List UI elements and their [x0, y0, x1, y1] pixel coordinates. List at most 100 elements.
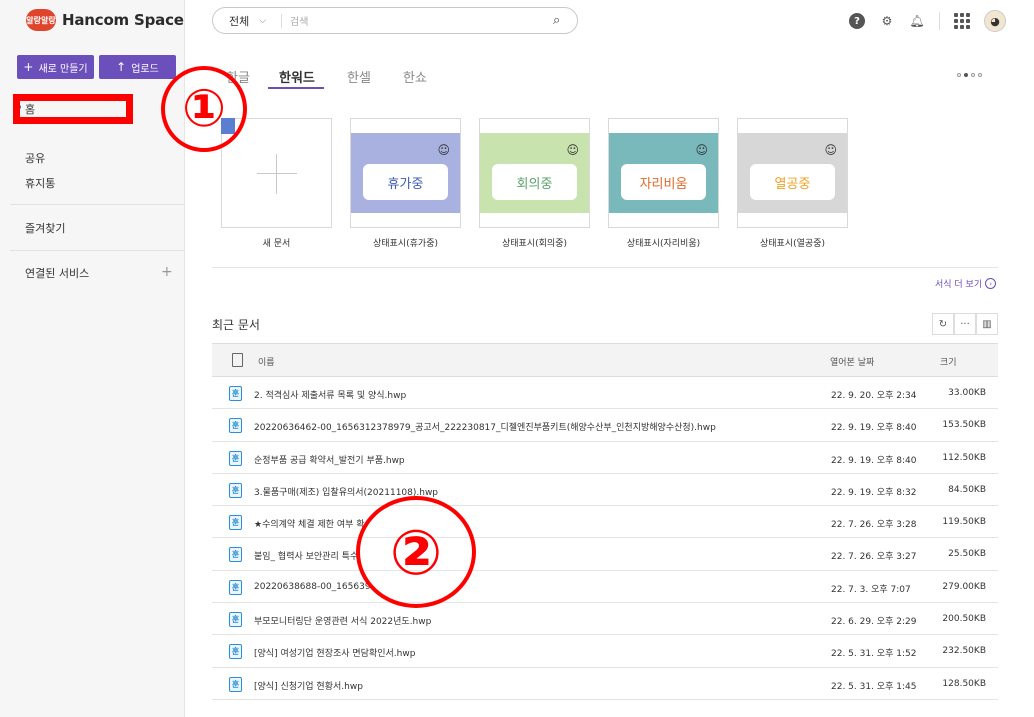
hwp-file-icon: 훈	[229, 644, 242, 660]
carousel-pager[interactable]	[957, 73, 982, 77]
annotation-marker-1: ①	[161, 66, 247, 152]
hwp-file-icon: 훈	[229, 482, 242, 498]
table-row[interactable]: 훈 3.물품구매(제조) 입찰유의서(20211108).hwp 22. 9. 19…	[212, 474, 998, 507]
template-thumbnail: ☺ 휴가중	[351, 133, 460, 213]
opened-date: 22. 9. 19. 오후 8:40	[831, 455, 917, 466]
file-size: 153.50KB	[942, 420, 986, 431]
column-header-name[interactable]: 이름	[258, 355, 275, 368]
sidebar-item-shared[interactable]: 공유	[25, 150, 45, 166]
sidebar-divider	[10, 250, 184, 251]
search-input[interactable]: 검색	[282, 13, 553, 28]
column-header-size[interactable]: 크기	[940, 355, 957, 368]
upload-button[interactable]: ↑ 업로드	[99, 55, 176, 79]
template-thumbnail: ☺ 열공중	[738, 133, 847, 213]
section-divider	[212, 267, 998, 268]
sidebar-item-favorites[interactable]: 즐겨찾기	[25, 220, 65, 236]
file-size: 279.00KB	[942, 581, 986, 592]
character-icon: ☺	[824, 143, 837, 157]
opened-date: 22. 9. 19. 오후 8:40	[831, 423, 917, 434]
more-templates-link[interactable]: 서식 더 보기 ›	[935, 277, 997, 290]
file-name: 20220638688-00_165639	[254, 581, 371, 592]
table-row[interactable]: 훈 순정부품 공급 확약서_발전기 부품.hwp 22. 9. 19. 오후 8:4…	[212, 442, 998, 474]
avatar[interactable]: ◕	[984, 10, 1006, 32]
template-thumbnail: ☺ 회의중	[480, 133, 589, 213]
chevron-down-icon: ⌵	[259, 15, 267, 26]
template-thumbnail: ☺ 자리비움	[609, 133, 718, 213]
file-size: 84.50KB	[948, 484, 986, 495]
hwp-file-icon: 훈	[229, 515, 242, 531]
table-row[interactable]: 훈 부모모니터링단 운영관련 서식 2022년도.hwp 22. 6. 29. 오후…	[212, 603, 998, 636]
hwp-file-icon: 훈	[229, 418, 242, 434]
opened-date: 22. 5. 31. 오후 1:45	[831, 681, 917, 692]
template-meeting[interactable]: ☺ 회의중	[479, 118, 590, 228]
template-vacation[interactable]: ☺ 휴가중	[350, 118, 461, 228]
template-caption: 상태표시(회의중)	[502, 239, 567, 249]
logo[interactable]: 알랑알랑 Hancom Space	[26, 9, 184, 31]
refresh-icon[interactable]: ↻	[932, 313, 954, 335]
file-name: [양식] 여성기업 현장조사 면담확인서.hwp	[254, 649, 416, 660]
table-row[interactable]: 훈 ★수의계약 체결 제한 여부 확 22. 7. 26. 오후 3:28 119.5…	[212, 506, 998, 539]
search-scope-select[interactable]: 전체 ⌵	[213, 13, 281, 29]
template-caption: 상태표시(휴가중)	[373, 239, 438, 249]
opened-date: 22. 9. 20. 오후 2:34	[831, 391, 917, 401]
table-row[interactable]: 훈 20220636462-00_1656312378979_공고서_222230…	[212, 409, 998, 442]
search-icon[interactable]: ⌕	[553, 13, 577, 28]
opened-date: 22. 7. 26. 오후 3:27	[831, 552, 917, 563]
character-icon: ☺	[566, 143, 579, 157]
view-toggle-icon[interactable]: ▥	[976, 313, 998, 335]
file-name: 순정부품 공급 확약서_발전기 부품.hwp	[254, 455, 405, 466]
new-document-button[interactable]: + 새로 만들기	[17, 55, 94, 79]
column-header-date[interactable]: 열어본 날짜	[830, 355, 874, 368]
table-row[interactable]: 훈 [양식] 신청기업 현황서.hwp 22. 5. 31. 오후 1:45 128.…	[212, 668, 998, 700]
table-body: 훈 2. 적격심사 제출서류 목록 및 양식.hwp 22. 9. 20. 오후 2…	[212, 377, 998, 700]
document-icon	[232, 353, 243, 367]
opened-date: 22. 6. 29. 오후 2:29	[831, 617, 917, 628]
file-name: 2. 적격심사 제출서류 목록 및 양식.hwp	[254, 391, 407, 401]
annotation-marker-2: ②	[356, 496, 476, 608]
file-name: 부모모니터링단 운영관련 서식 2022년도.hwp	[254, 617, 432, 628]
character-icon: ☺	[695, 143, 708, 157]
template-label: 휴가중	[363, 164, 448, 200]
bell-icon[interactable]: 🔔︎	[909, 13, 925, 29]
more-options-icon[interactable]: ···	[954, 313, 976, 335]
character-icon: ☺	[437, 143, 450, 157]
help-icon[interactable]: ?	[849, 13, 865, 29]
recent-documents-table: 이름 열어본 날짜 크기 훈 2. 적격심사 제출서류 목록 및 양식.hwp 22…	[212, 343, 998, 700]
add-service-plus-icon[interactable]: +	[161, 264, 173, 280]
file-size: 33.00KB	[948, 388, 986, 398]
active-tab-underline	[268, 87, 324, 89]
template-studying[interactable]: ☺ 열공중	[737, 118, 848, 228]
table-row[interactable]: 훈 [양식] 여성기업 현장조사 면담확인서.hwp 22. 5. 31. 오후 1…	[212, 635, 998, 668]
chevron-right-icon: ›	[985, 278, 997, 289]
sidebar-item-trash[interactable]: 휴지통	[25, 175, 55, 191]
hwp-file-icon: 훈	[229, 676, 242, 692]
tab-hancell[interactable]: 한셀	[347, 67, 371, 86]
opened-date: 22. 7. 26. 오후 3:28	[831, 520, 917, 531]
hwp-file-icon: 훈	[229, 612, 242, 628]
opened-date: 22. 5. 31. 오후 1:52	[831, 649, 917, 660]
table-row[interactable]: 훈 20220638688-00_165639 22. 7. 3. 오후 7:07 2…	[212, 571, 998, 604]
file-size: 25.50KB	[948, 549, 986, 560]
plus-icon: +	[23, 60, 34, 74]
gear-icon[interactable]: ⚙	[879, 13, 895, 29]
app: 알랑알랑 Hancom Space + 새로 만들기 ↑ 업로드 홈 공유 휴지…	[0, 0, 1034, 717]
file-size: 112.50KB	[942, 452, 986, 463]
file-name: ★수의계약 체결 제한 여부 확	[254, 520, 365, 531]
new-document-label: 새로 만들기	[38, 63, 88, 75]
table-row[interactable]: 훈 붙임_ 협력사 보안관리 특수 22. 7. 26. 오후 3:27 25.50K…	[212, 538, 998, 571]
template-caption: 상태표시(열공중)	[760, 239, 825, 249]
template-label: 자리비움	[621, 164, 706, 200]
more-templates-label: 서식 더 보기	[935, 280, 983, 290]
hwp-file-icon: 훈	[229, 579, 242, 595]
top-toolbar: ? ⚙ 🔔︎ ◕	[849, 10, 1006, 32]
tab-hanshow[interactable]: 한쇼	[403, 67, 427, 86]
sidebar-item-connected-services[interactable]: 연결된 서비스	[25, 265, 89, 281]
apps-grid-icon[interactable]	[954, 13, 970, 29]
recent-documents-title: 최근 문서	[212, 318, 260, 332]
table-row[interactable]: 훈 2. 적격심사 제출서류 목록 및 양식.hwp 22. 9. 20. 오후 2…	[212, 377, 998, 410]
file-name: [양식] 신청기업 현황서.hwp	[254, 681, 363, 692]
template-away[interactable]: ☺ 자리비움	[608, 118, 719, 228]
tab-hanword[interactable]: 한워드	[279, 67, 315, 86]
logo-text: Hancom Space	[62, 11, 184, 29]
file-size: 200.50KB	[942, 614, 986, 625]
